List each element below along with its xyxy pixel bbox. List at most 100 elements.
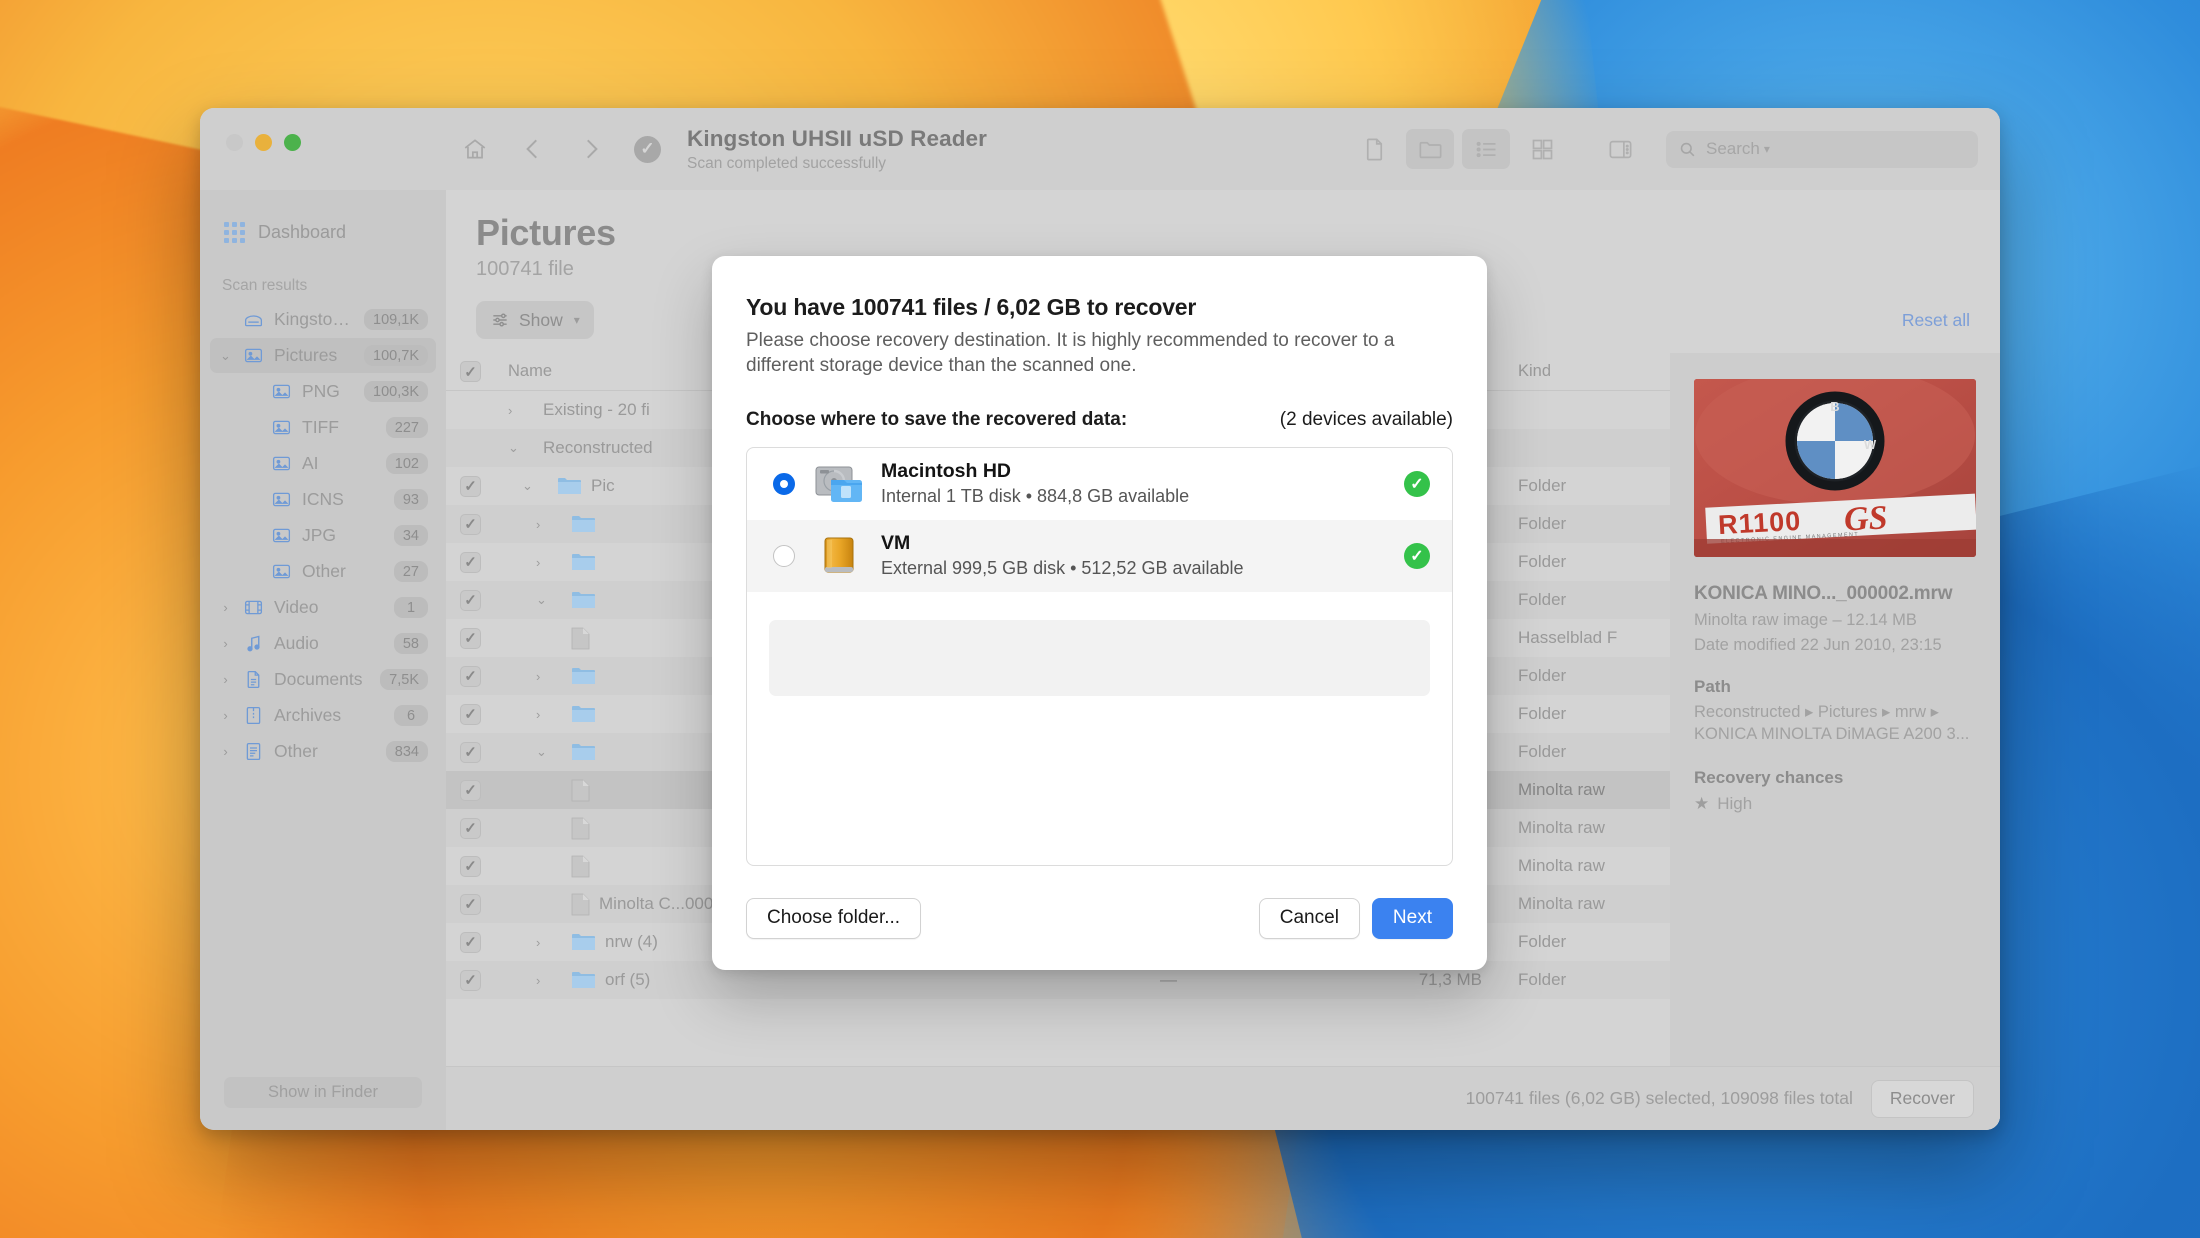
row-checkbox[interactable]: ✓ [460, 969, 481, 991]
file-icon[interactable] [1350, 129, 1398, 169]
row-checkbox[interactable]: ✓ [460, 551, 481, 573]
folder-icon[interactable] [1406, 129, 1454, 169]
row-checkbox[interactable]: ✓ [460, 475, 481, 497]
cancel-button[interactable]: Cancel [1258, 897, 1360, 939]
minimize-button[interactable] [255, 134, 272, 151]
reset-all-button[interactable]: Reset all [1902, 310, 1970, 331]
folder-icon [572, 592, 595, 608]
row-checkbox[interactable]: ✓ [460, 931, 481, 953]
sidebar-item-label: ICNS [302, 489, 344, 509]
twisty-icon[interactable]: › [218, 600, 233, 615]
row-checkbox[interactable]: ✓ [460, 855, 481, 877]
sidebar-item-archives[interactable]: › Archives 6 [210, 698, 436, 733]
row-twisty-icon[interactable]: ⌄ [536, 744, 562, 760]
sidebar-item-png[interactable]: PNG 100,3K [210, 374, 436, 409]
row-checkbox[interactable]: ✓ [460, 513, 481, 535]
sidebar-item-dashboard[interactable]: Dashboard [214, 214, 432, 251]
grid-view-icon[interactable] [1518, 129, 1566, 169]
svg-text:B: B [1830, 399, 1839, 414]
row-twisty-icon[interactable]: › [536, 935, 562, 950]
select-all-checkbox[interactable]: ✓ [460, 361, 481, 382]
row-twisty-icon[interactable]: ⌄ [522, 478, 548, 494]
show-filter-button[interactable]: Show ▾ [476, 301, 594, 339]
twisty-icon[interactable]: ⌄ [218, 348, 233, 364]
row-size: 71,3 MB [1418, 970, 1482, 989]
folder-icon [558, 478, 581, 494]
choose-folder-button[interactable]: Choose folder... [746, 897, 922, 939]
row-checkbox[interactable]: ✓ [460, 589, 481, 611]
device-radio-macintosh-hd[interactable] [773, 472, 795, 495]
sidebar-item-other[interactable]: › Other 834 [210, 734, 436, 769]
row-twisty-icon[interactable]: › [536, 669, 562, 684]
device-radio-vm[interactable] [773, 544, 795, 567]
twisty-icon[interactable]: › [218, 708, 233, 723]
image-icon [270, 381, 293, 402]
device-list[interactable]: Macintosh HD Internal 1 TB disk • 884,8 … [746, 446, 1453, 866]
window-traffic-lights[interactable] [200, 108, 446, 151]
row-checkbox[interactable]: ✓ [460, 779, 481, 801]
list-view-icon[interactable] [1462, 129, 1510, 169]
sidebar-item-audio[interactable]: › Audio 58 [210, 626, 436, 661]
row-checkbox[interactable]: ✓ [460, 665, 481, 687]
row-checkbox[interactable]: ✓ [460, 817, 481, 839]
row-checkbox[interactable]: ✓ [460, 627, 481, 649]
external-disk-icon [807, 534, 871, 578]
twisty-icon[interactable]: › [218, 744, 233, 759]
device-row-macintosh-hd[interactable]: Macintosh HD Internal 1 TB disk • 884,8 … [747, 448, 1452, 520]
row-twisty-icon[interactable]: › [536, 517, 562, 532]
twisty-icon[interactable]: › [218, 672, 233, 687]
maximize-button[interactable] [284, 134, 301, 151]
sidebar-item-documents[interactable]: › Documents 7,5K [210, 662, 436, 697]
sidebar-item-badge: 109,1K [364, 309, 428, 330]
row-twisty-icon[interactable]: ⌄ [536, 592, 562, 608]
window-titlebar: ✓ Kingston UHSII uSD Reader Scan complet… [200, 108, 2000, 190]
sidebar-item-icns[interactable]: ICNS 93 [210, 482, 436, 517]
row-twisty-icon[interactable]: › [536, 973, 562, 988]
archive-icon [242, 705, 265, 726]
preview-chances-heading: Recovery chances [1694, 767, 1844, 787]
row-checkbox[interactable]: ✓ [460, 703, 481, 725]
row-checkbox[interactable]: ✓ [460, 741, 481, 763]
recover-button[interactable]: Recover [1870, 1079, 1974, 1118]
show-in-finder-button[interactable]: Show in Finder [224, 1077, 422, 1108]
sidebar-item-other[interactable]: Other 27 [210, 554, 436, 589]
column-header-kind[interactable]: Kind [1500, 362, 1670, 381]
sidebar-item-label: Other [302, 561, 346, 581]
other-file-icon [242, 741, 265, 762]
close-button[interactable] [226, 134, 243, 151]
chevron-down-icon[interactable]: ▾ [1764, 142, 1770, 156]
row-kind: Folder [1518, 552, 1567, 571]
sidebar-item-pictures[interactable]: ⌄ Pictures 100,7K [210, 338, 436, 373]
sidebar-item-jpg[interactable]: JPG 34 [210, 518, 436, 553]
device-details: Internal 1 TB disk • 884,8 GB available [881, 486, 1190, 507]
folder-icon [572, 972, 595, 988]
sidebar-item-video[interactable]: › Video 1 [210, 590, 436, 625]
page-title: Pictures [476, 212, 616, 253]
row-twisty-icon[interactable]: ⌄ [508, 440, 534, 456]
home-icon[interactable] [460, 134, 490, 164]
row-twisty-icon[interactable]: › [536, 555, 562, 570]
sidebar-item-tiff[interactable]: TIFF 227 [210, 410, 436, 445]
disk-icon [242, 309, 265, 330]
search-input[interactable]: Search ▾ [1666, 130, 1978, 168]
row-checkbox[interactable]: ✓ [460, 893, 481, 915]
sidebar-item-ai[interactable]: AI 102 [210, 446, 436, 481]
row-twisty-icon[interactable]: › [536, 707, 562, 722]
row-twisty-icon[interactable]: › [508, 403, 534, 418]
next-button[interactable]: Next [1371, 897, 1453, 939]
toolbar-title-block: Kingston UHSII uSD Reader Scan completed… [687, 126, 987, 173]
dialog-choose-label: Choose where to save the recovered data: [746, 408, 1128, 430]
file-icon [571, 817, 590, 839]
forward-button[interactable] [576, 134, 606, 164]
sidebar-item-kingston-uhsii[interactable]: Kingston UHSII... 109,1K [210, 302, 436, 337]
device-ok-icon: ✓ [1404, 470, 1430, 497]
row-kind: Folder [1518, 970, 1567, 989]
row-date: — [1160, 970, 1177, 989]
back-button[interactable] [518, 134, 548, 164]
device-row-vm[interactable]: VM External 999,5 GB disk • 512,52 GB av… [747, 519, 1452, 592]
sidebar-toggle-icon[interactable] [1596, 129, 1644, 169]
preview-path-value: Reconstructed ▸ Pictures ▸ mrw ▸ KONICA … [1694, 703, 1970, 743]
sliders-icon [493, 313, 507, 327]
twisty-icon[interactable]: › [218, 636, 233, 651]
row-kind: Folder [1518, 932, 1567, 951]
